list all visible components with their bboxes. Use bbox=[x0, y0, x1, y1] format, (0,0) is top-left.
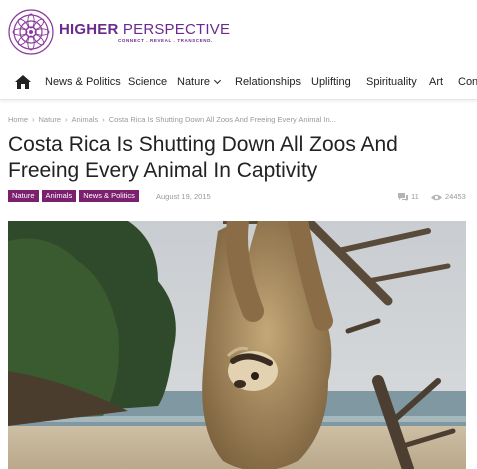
nav-item-nature-label[interactable]: Nature bbox=[177, 76, 210, 88]
view-count: 24453 bbox=[431, 192, 466, 201]
logo-tagline: CONNECT . REVEAL . TRANSCEND. bbox=[118, 38, 213, 43]
nav-item-uplifting[interactable]: Uplifting bbox=[311, 76, 351, 88]
breadcrumb-animals[interactable]: Animals bbox=[72, 115, 99, 124]
breadcrumb: Home › Nature › Animals › Costa Rica Is Shutti… bbox=[8, 115, 336, 124]
hero-image[interactable] bbox=[8, 221, 466, 469]
comment-count-value: 11 bbox=[411, 192, 419, 201]
article-title: Costa Rica Is Shutting Down All Zoos And… bbox=[8, 133, 398, 182]
nav-item-science[interactable]: Science bbox=[128, 76, 167, 88]
breadcrumb-current: Costa Rica Is Shutting Down All Zoos And… bbox=[108, 115, 336, 124]
site-header: HIGHER PERSPECTIVE CONNECT . REVEAL . TR… bbox=[0, 0, 477, 66]
logo-title-bold[interactable]: HIGHER bbox=[59, 21, 119, 38]
tag-nature[interactable]: Nature bbox=[8, 190, 39, 202]
nav-item-art[interactable]: Art bbox=[429, 76, 443, 88]
breadcrumb-home[interactable]: Home bbox=[8, 115, 28, 124]
breadcrumb-separator-icon: › bbox=[65, 115, 68, 124]
article-date: August 19, 2015 bbox=[156, 192, 211, 201]
breadcrumb-nature[interactable]: Nature bbox=[39, 115, 62, 124]
main-navigation: News & Politics Science Nature Relations… bbox=[0, 66, 477, 100]
nav-item-relationships[interactable]: Relationships bbox=[235, 76, 301, 88]
view-count-value: 24453 bbox=[445, 192, 466, 201]
logo-title-light[interactable]: PERSPECTIVE bbox=[119, 21, 231, 38]
comment-count[interactable]: 11 bbox=[398, 192, 419, 202]
chevron-down-icon[interactable] bbox=[213, 76, 222, 85]
site-logo-text[interactable]: HIGHER PERSPECTIVE bbox=[59, 21, 230, 38]
article-tags: Nature Animals News & Politics bbox=[8, 190, 139, 202]
comments-icon bbox=[398, 193, 408, 202]
breadcrumb-separator-icon: › bbox=[102, 115, 105, 124]
mandala-logo-icon[interactable] bbox=[7, 8, 55, 56]
nav-item-con[interactable]: Con bbox=[458, 76, 477, 88]
tag-news-politics[interactable]: News & Politics bbox=[79, 190, 139, 202]
sloth-photo bbox=[8, 221, 466, 469]
home-icon[interactable] bbox=[14, 74, 32, 90]
nav-item-news-politics[interactable]: News & Politics bbox=[45, 76, 121, 88]
breadcrumb-separator-icon: › bbox=[32, 115, 35, 124]
tag-animals[interactable]: Animals bbox=[41, 190, 77, 202]
eye-icon bbox=[431, 194, 442, 200]
nav-item-nature[interactable]: Nature bbox=[177, 76, 222, 88]
nav-item-spirituality[interactable]: Spirituality bbox=[366, 76, 417, 88]
